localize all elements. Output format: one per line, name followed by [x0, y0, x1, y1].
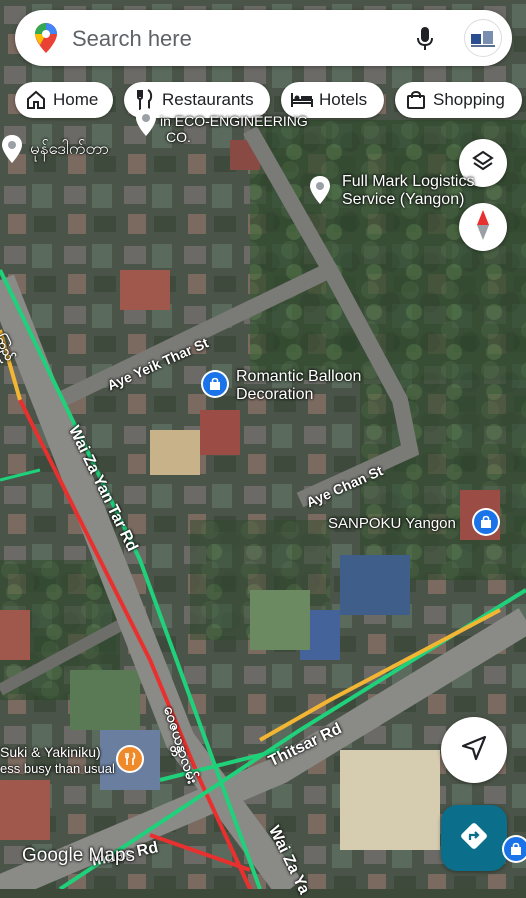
place-label[interactable]: in ECO-ENGINEERING CO. — [160, 113, 314, 146]
place-label-line1: Full Mark Logistics — [342, 173, 475, 190]
navigation-arrow-icon — [461, 735, 487, 766]
home-icon — [25, 89, 47, 111]
place-label-line2: Service (Yangon) — [342, 191, 465, 209]
chip-label: Hotels — [319, 90, 368, 109]
compass-button[interactable] — [459, 203, 507, 251]
place-label-line2: Decoration — [236, 386, 314, 404]
place-label[interactable]: SANPOKU Yangon — [328, 515, 456, 532]
restaurant-icon[interactable] — [118, 747, 142, 771]
chip-label: Shopping — [433, 90, 505, 109]
layers-icon — [471, 149, 495, 178]
search-input[interactable]: Search here — [72, 26, 192, 52]
google-maps-pin-icon — [35, 23, 57, 58]
place-label[interactable]: Romantic Balloon Decoration — [236, 368, 361, 405]
google-maps-logo: Google Maps — [22, 845, 136, 866]
place-pin-icon[interactable] — [0, 134, 24, 163]
place-pin-icon[interactable] — [134, 107, 158, 136]
chip-shopping[interactable]: Shopping — [395, 82, 522, 118]
microphone-icon[interactable] — [415, 26, 435, 57]
directions-button[interactable] — [441, 805, 507, 871]
place-label[interactable]: မုန်ဒေါက်တာ — [30, 139, 109, 159]
place-label-line1: Romantic Balloon — [236, 368, 362, 385]
chip-label: Restaurants — [162, 90, 254, 109]
place-label[interactable]: Full Mark Logistics Service (Yangon) — [342, 173, 474, 210]
place-label-line2: CO. — [166, 129, 191, 146]
chip-home[interactable]: Home — [15, 82, 113, 118]
place-pin-icon[interactable] — [308, 175, 332, 205]
avatar[interactable] — [464, 19, 502, 57]
place-label[interactable]: Suki & Yakiniku) ess busy than usual — [0, 744, 115, 777]
shopping-bag-icon — [405, 89, 427, 111]
my-location-button[interactable] — [441, 717, 507, 783]
place-label-line1: Suki & Yakiniku) — [0, 744, 101, 760]
search-bar[interactable]: Search here — [15, 10, 512, 66]
hotel-icon — [291, 89, 313, 111]
shopping-bag-icon[interactable] — [504, 837, 526, 861]
chip-label: Home — [53, 90, 99, 109]
compass-icon — [476, 209, 490, 245]
place-label-line1: in ECO-ENGINEERING — [160, 113, 308, 129]
shopping-bag-icon[interactable] — [203, 372, 227, 396]
shopping-bag-icon[interactable] — [474, 510, 498, 534]
place-label-line2: ess busy than usual — [0, 761, 115, 777]
directions-icon — [460, 822, 488, 855]
